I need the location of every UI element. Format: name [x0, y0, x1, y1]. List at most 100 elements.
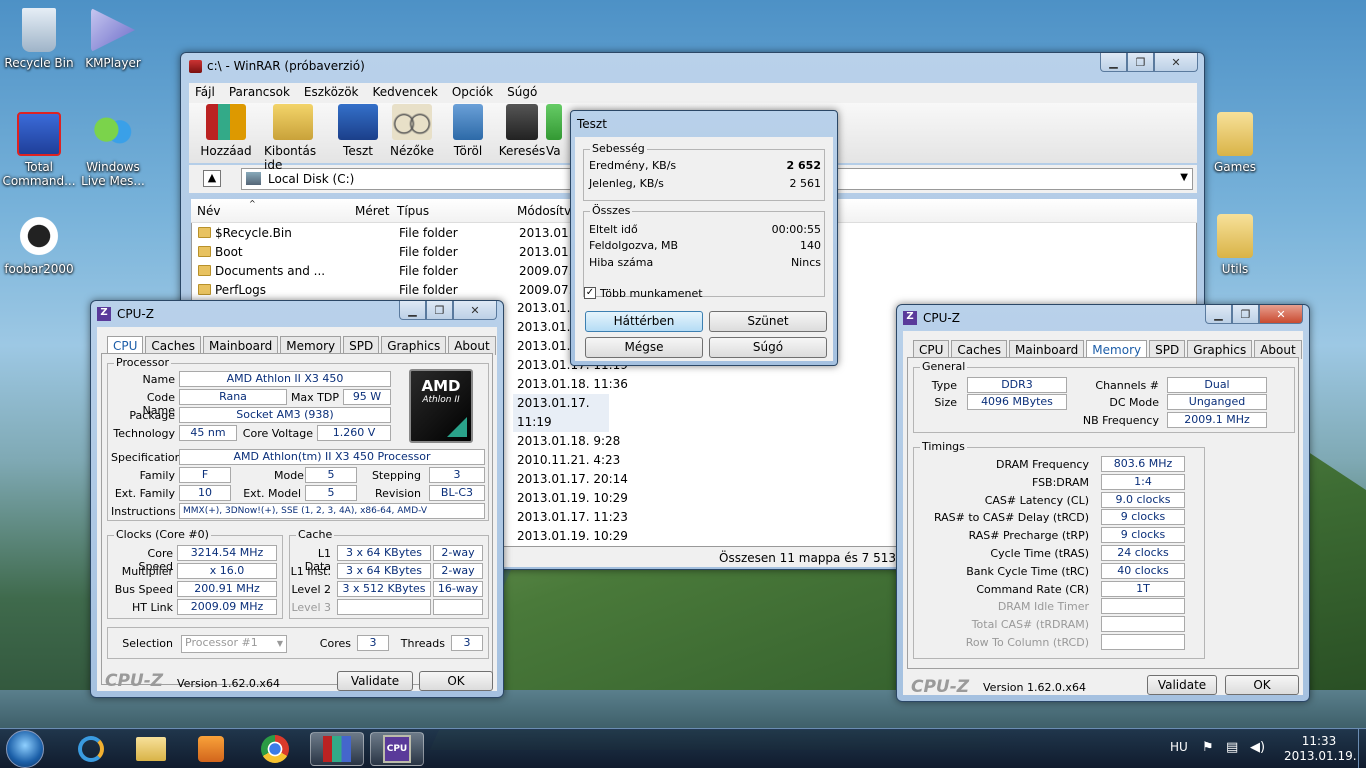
column-type[interactable]: Típus — [397, 204, 429, 218]
taskbar-cpuz[interactable]: CPU — [370, 732, 424, 766]
validate-button[interactable]: Validate — [337, 671, 413, 691]
taskbar-explorer[interactable] — [124, 732, 178, 766]
chevron-down-icon: ▼ — [276, 639, 283, 648]
taskbar-winrar[interactable] — [310, 732, 364, 766]
taskbar-media-player[interactable] — [184, 732, 238, 766]
package-value: Socket AM3 (938) — [179, 407, 391, 423]
voltage-value: 1.260 V — [317, 425, 391, 441]
column-name[interactable]: Név — [197, 204, 220, 218]
cancel-button[interactable]: Mégse — [585, 337, 703, 358]
taskbar-ie[interactable] — [64, 732, 118, 766]
folder-icon — [1217, 214, 1253, 258]
l2-ways: 16-way — [433, 581, 483, 597]
column-size[interactable]: Méret — [355, 204, 390, 218]
test-button[interactable]: Teszt — [330, 104, 386, 158]
minimize-button[interactable]: ▁ — [1205, 305, 1232, 324]
l2-value: 3 x 512 KBytes — [337, 581, 431, 597]
desktop-icon-games[interactable]: Games — [1196, 112, 1274, 174]
list-item[interactable]: Boot File folder 2013.01.17 — [192, 242, 588, 261]
version-text: Version 1.62.0.x64 — [983, 681, 1086, 694]
ok-button[interactable]: OK — [419, 671, 493, 691]
menu-options[interactable]: Opciók — [452, 85, 493, 101]
revision-value: BL-C3 — [429, 485, 485, 501]
binoculars-icon — [506, 104, 538, 140]
background-button[interactable]: Háttérben — [585, 311, 703, 332]
l1-data-ways: 2-way — [433, 545, 483, 561]
folder-icon — [198, 265, 211, 276]
cpuz-brand: CPU-Z — [105, 671, 164, 691]
maximize-button[interactable]: ❐ — [426, 301, 453, 320]
path-value: Local Disk (C:) — [268, 172, 355, 186]
maximize-button[interactable]: ❐ — [1232, 305, 1259, 324]
menu-commands[interactable]: Parancsok — [229, 85, 290, 101]
clock[interactable]: 11:33 2013.01.19. — [1284, 734, 1357, 764]
close-button[interactable]: ✕ — [453, 301, 497, 320]
errors-row: Hiba száma Nincs — [589, 256, 821, 269]
desktop-icon-kmplayer[interactable]: KMPlayer — [74, 8, 152, 70]
timing-value: 9 clocks — [1101, 509, 1185, 526]
multiplier-value: x 16.0 — [177, 563, 277, 579]
test-dialog[interactable]: Teszt Sebesség Eredmény, KB/s 2 652 Jelen… — [570, 110, 838, 366]
cpuz-memory-window[interactable]: Z CPU-Z ▁ ❐ ✕ CPU Caches Mainboard Memory … — [896, 304, 1310, 702]
current-row: Jelenleg, KB/s 2 561 — [589, 177, 821, 190]
menu-file[interactable]: Fájl — [195, 85, 215, 101]
start-button[interactable] — [6, 730, 44, 768]
desktop-icon-recycle-bin[interactable]: Recycle Bin — [0, 8, 78, 70]
show-desktop-button[interactable] — [1358, 729, 1366, 768]
ext-family-value: 10 — [179, 485, 231, 501]
multitask-checkbox[interactable]: ✓ — [584, 287, 596, 299]
list-item[interactable]: $Recycle.Bin File folder 2013.01.17 — [192, 223, 588, 242]
validate-button[interactable]: Validate — [1147, 675, 1217, 695]
network-icon[interactable]: ▤ — [1226, 740, 1238, 755]
flag-icon[interactable]: ⚑ — [1202, 740, 1214, 755]
volume-icon[interactable]: ◀) — [1250, 740, 1265, 755]
list-item[interactable]: PerfLogs File folder 2009.07.14 — [192, 280, 588, 299]
minimize-button[interactable]: ▁ — [1100, 53, 1127, 72]
minimize-button[interactable]: ▁ — [399, 301, 426, 320]
desktop-icon-foobar2000[interactable]: foobar2000 — [0, 214, 78, 276]
glasses-icon — [392, 104, 432, 140]
timing-label: RAS# to CAS# Delay (tRCD) — [933, 511, 1089, 525]
close-button[interactable]: ✕ — [1259, 305, 1303, 324]
add-button[interactable]: Hozzáad — [198, 104, 254, 158]
menu-favorites[interactable]: Kedvencek — [373, 85, 438, 101]
cpuz-cpu-window[interactable]: Z CPU-Z ▁ ❐ ✕ CPU Caches Mainboard Memory … — [90, 300, 504, 698]
list-item[interactable]: Documents and ... File folder 2009.07.14 — [192, 261, 588, 280]
cpuz-icon: CPU — [383, 735, 411, 763]
timing-value — [1101, 634, 1185, 650]
list-item-date: 2013.01.19. 10:29 — [517, 491, 628, 505]
chevron-down-icon[interactable]: ▼ — [1180, 172, 1188, 183]
desktop-icon-total-commander[interactable]: Total Command... — [0, 112, 78, 188]
close-button[interactable]: ✕ — [1154, 53, 1198, 72]
nb-frequency-value: 2009.1 MHz — [1167, 412, 1267, 428]
clock-date: 2013.01.19. — [1284, 749, 1357, 763]
model-value: 5 — [305, 467, 357, 483]
list-item-date: 2013.01.19. 10:29 — [517, 529, 628, 543]
sort-arrow-icon: ^ — [249, 199, 256, 208]
l1-inst-ways: 2-way — [433, 563, 483, 579]
timing-label: Bank Cycle Time (tRC) — [966, 564, 1089, 578]
pause-button[interactable]: Szünet — [709, 311, 827, 332]
delete-button[interactable]: Töröl — [440, 104, 496, 158]
find-button[interactable]: Keresés — [494, 104, 550, 158]
toolbar-button-partial[interactable]: Va — [546, 104, 566, 158]
language-indicator[interactable]: HU — [1170, 740, 1188, 754]
ok-button[interactable]: OK — [1225, 675, 1299, 695]
menu-tools[interactable]: Eszközök — [304, 85, 359, 101]
floppy-disk-icon — [17, 112, 61, 156]
maximize-button[interactable]: ❐ — [1127, 53, 1154, 72]
cpuz-app-icon: Z — [903, 311, 917, 325]
desktop-icon-windows-live-messenger[interactable]: Windows Live Mes... — [74, 112, 152, 188]
list-item-date: 2013.01.17. 11:19 — [513, 394, 609, 432]
ext-model-value: 5 — [305, 485, 357, 501]
processor-select[interactable]: Processor #1 ▼ — [181, 635, 287, 653]
desktop-icon-utils[interactable]: Utils — [1196, 214, 1274, 276]
taskbar-chrome[interactable] — [248, 732, 302, 766]
view-button[interactable]: Nézőke — [384, 104, 440, 158]
timing-value: 1:4 — [1101, 473, 1185, 490]
menu-help[interactable]: Súgó — [507, 85, 537, 101]
help-button[interactable]: Súgó — [709, 337, 827, 358]
up-folder-icon[interactable]: ▲ — [203, 170, 221, 187]
cores-value: 3 — [357, 635, 389, 651]
extract-button[interactable]: Kibontás ide — [264, 104, 322, 172]
